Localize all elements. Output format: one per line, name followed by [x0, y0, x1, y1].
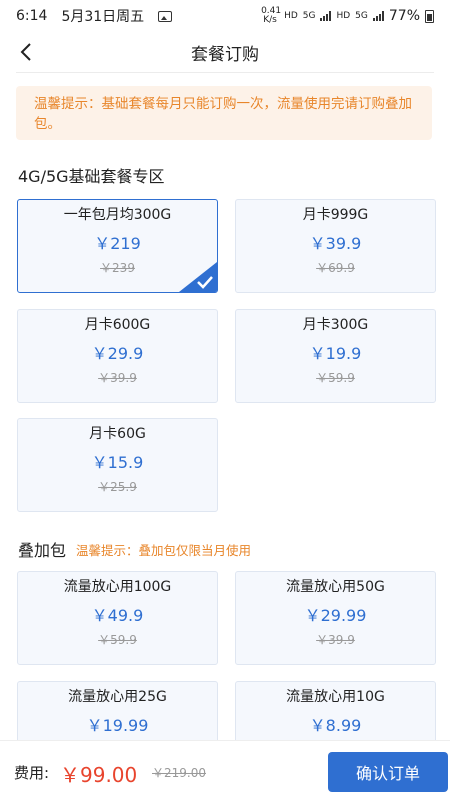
back-button[interactable]	[10, 36, 42, 68]
addon-section-title: 叠加包	[18, 541, 67, 560]
package-original-price: ￥39.9	[98, 371, 137, 385]
package-price: ￥219	[94, 234, 141, 253]
addon-card-50g[interactable]: 流量放心用50G ￥29.99 ￥39.9	[235, 571, 436, 665]
addon-name: 流量放心用10G	[286, 689, 385, 705]
package-card-yearly-300g[interactable]: 一年包月均300G ￥219 ￥239	[17, 199, 218, 293]
signal-icon-2	[372, 11, 384, 21]
hd-indicator-2: HD	[336, 11, 351, 21]
status-bar: 6:14 5月31日周五 0.41 K/s HD 5G HD 5G 77%	[0, 0, 450, 32]
addon-section-header: 叠加包 温馨提示：叠加包仅限当月使用	[18, 537, 251, 561]
package-name: 月卡300G	[302, 317, 369, 333]
addon-price: ￥29.99	[304, 606, 367, 625]
nav-bar: 套餐订购	[0, 32, 450, 72]
package-name: 月卡60G	[89, 426, 146, 442]
package-price: ￥15.9	[91, 453, 144, 472]
hd-indicator-1: HD	[284, 11, 298, 21]
addon-price: ￥8.99	[309, 716, 362, 735]
basic-section-title: 4G/5G基础套餐专区	[18, 167, 165, 186]
battery-percent: 77%	[388, 8, 420, 24]
fee-total: ￥99.00	[60, 763, 138, 787]
addon-section-hint: 温馨提示：叠加包仅限当月使用	[76, 542, 252, 558]
addon-name: 流量放心用100G	[63, 579, 172, 595]
confirm-order-button[interactable]: 确认订单	[328, 752, 448, 792]
check-icon	[179, 262, 217, 292]
net-speed: 0.41 K/s	[261, 6, 282, 25]
package-card-monthly-600g[interactable]: 月卡600G ￥29.9 ￥39.9	[17, 309, 218, 403]
notice-banner: 温馨提示：基础套餐每月只能订购一次，流量使用完请订购叠加包。	[16, 86, 432, 140]
package-original-price: ￥59.9	[316, 371, 355, 385]
network-5g-1: 5G	[302, 11, 316, 21]
package-price: ￥39.9	[309, 234, 362, 253]
addon-name: 流量放心用50G	[286, 579, 385, 595]
addon-name: 流量放心用25G	[68, 689, 167, 705]
fee-label: 费用:	[14, 764, 50, 782]
package-card-monthly-999g[interactable]: 月卡999G ￥39.9 ￥69.9	[235, 199, 436, 293]
nav-divider	[16, 72, 434, 73]
package-card-monthly-300g[interactable]: 月卡300G ￥19.9 ￥59.9	[235, 309, 436, 403]
package-price: ￥29.9	[91, 344, 144, 363]
status-time: 6:14	[16, 8, 48, 24]
package-name: 月卡600G	[84, 317, 151, 333]
chevron-left-icon	[20, 43, 31, 61]
addon-price: ￥19.99	[86, 716, 149, 735]
package-original-price: ￥69.9	[316, 261, 355, 275]
fee-original-total: ￥219.00	[152, 766, 206, 780]
addon-original-price: ￥59.9	[98, 633, 137, 647]
image-notification-icon	[158, 10, 173, 22]
package-original-price: ￥25.9	[98, 480, 137, 494]
package-name: 月卡999G	[302, 207, 369, 223]
battery-icon	[425, 9, 434, 23]
bottom-bar: 费用: ￥99.00 ￥219.00 确认订单	[0, 740, 450, 800]
package-name: 一年包月均300G	[63, 207, 172, 223]
signal-icon-1	[320, 11, 332, 21]
addon-card-100g[interactable]: 流量放心用100G ￥49.9 ￥59.9	[17, 571, 218, 665]
package-price: ￥19.9	[309, 344, 362, 363]
network-5g-2: 5G	[355, 11, 368, 21]
status-date: 5月31日周五	[61, 9, 145, 25]
package-card-monthly-60g[interactable]: 月卡60G ￥15.9 ￥25.9	[17, 418, 218, 512]
addon-original-price: ￥39.9	[316, 633, 355, 647]
page-title: 套餐订购	[191, 44, 259, 65]
addon-price: ￥49.9	[91, 606, 144, 625]
